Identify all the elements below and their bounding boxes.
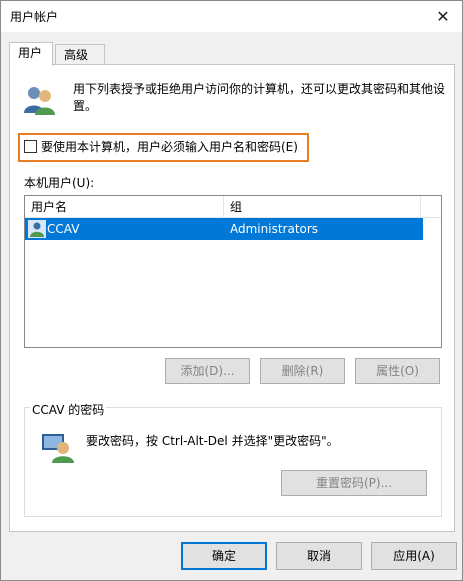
apply-button[interactable]: 应用(A)	[371, 542, 457, 570]
require-login-checkbox[interactable]	[24, 140, 37, 153]
remove-user-button[interactable]: 删除(R)	[260, 358, 345, 384]
cancel-button[interactable]: 取消	[276, 542, 362, 570]
window-title: 用户帐户	[10, 10, 59, 24]
users-icon	[24, 87, 55, 115]
column-username[interactable]: 用户名	[25, 196, 224, 218]
require-login-checkbox-row[interactable]: 要使用本计算机，用户必须输入用户名和密码(E)	[24, 138, 298, 155]
user-accounts-window: 用户帐户 ✕ 用户 高级 用下列表授予或拒绝用户访问你的计算机，还可以更改其密码…	[0, 0, 463, 581]
intro-text: 用下列表授予或拒绝用户访问你的计算机，还可以更改其密码和其他设置。	[73, 82, 446, 113]
local-users-label: 本机用户(U):	[24, 176, 95, 190]
user-group: Administrators	[230, 222, 319, 236]
properties-button[interactable]: 属性(O)	[355, 358, 440, 384]
list-header: 用户名 组	[25, 196, 441, 218]
local-users-list[interactable]: 用户名 组 CCAV Administrators	[24, 195, 442, 348]
password-group-title: CCAV 的密码	[30, 401, 107, 418]
list-item[interactable]: CCAV Administrators	[25, 218, 423, 240]
add-user-button[interactable]: 添加(D)...	[165, 358, 250, 384]
password-group	[24, 407, 442, 517]
ok-button[interactable]: 确定	[181, 542, 267, 570]
require-login-label[interactable]: 要使用本计算机，用户必须输入用户名和密码(E)	[41, 138, 298, 155]
reset-password-button[interactable]: 重置密码(P)...	[281, 470, 427, 496]
tab-users[interactable]: 用户	[9, 42, 53, 66]
tab-advanced[interactable]: 高级	[55, 44, 105, 65]
user-icon	[28, 220, 46, 238]
user-name: CCAV	[47, 222, 80, 236]
password-key-icon	[42, 434, 74, 463]
close-icon[interactable]: ✕	[430, 4, 456, 28]
password-instructions: 要改密码，按 Ctrl-Alt-Del 并选择"更改密码"。	[86, 434, 339, 448]
column-group[interactable]: 组	[224, 196, 421, 218]
users-tab-panel: 用下列表授予或拒绝用户访问你的计算机，还可以更改其密码和其他设置。 要使用本计算…	[9, 64, 455, 532]
title-bar[interactable]: 用户帐户 ✕	[1, 1, 462, 32]
